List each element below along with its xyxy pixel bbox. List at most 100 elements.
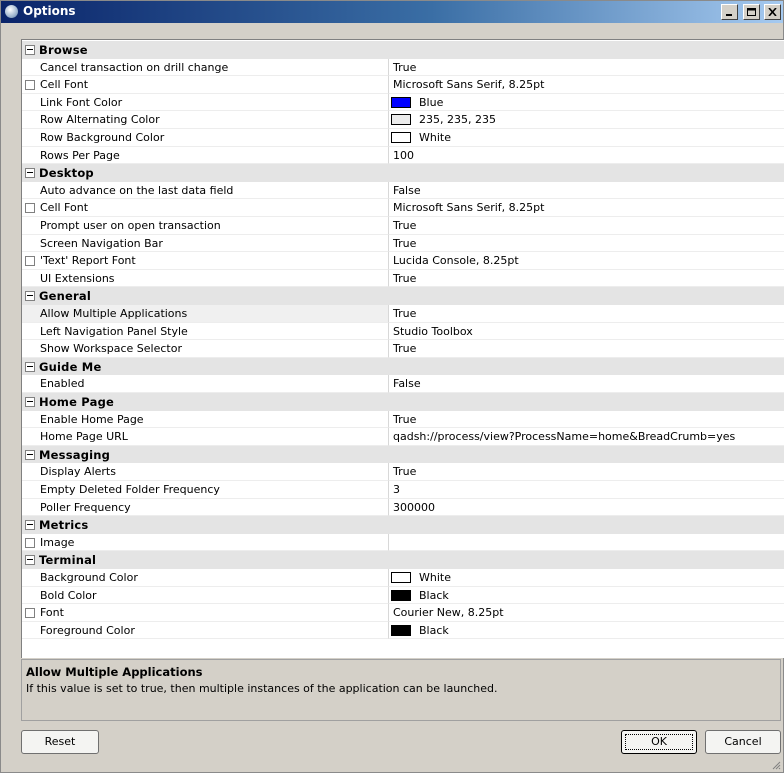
property-value-cell[interactable]: Studio Toolbox	[389, 323, 784, 341]
expand-icon[interactable]	[25, 608, 35, 619]
property-value-cell[interactable]: True	[389, 235, 784, 253]
property-value-cell[interactable]: Courier New, 8.25pt	[389, 604, 784, 622]
property-row[interactable]: Image	[22, 533, 784, 552]
expand-icon[interactable]	[25, 80, 35, 91]
category-row[interactable]: Browse	[22, 41, 784, 59]
property-name-cell[interactable]: Row Background Color	[22, 129, 389, 147]
property-name-cell[interactable]: Font	[22, 604, 389, 622]
property-row[interactable]: Allow Multiple Applications True	[22, 305, 784, 323]
property-row[interactable]: Empty Deleted Folder Frequency 3	[22, 481, 784, 499]
property-name-cell[interactable]: Cancel transaction on drill change	[22, 58, 389, 77]
property-name-cell[interactable]: Left Navigation Panel Style	[22, 322, 389, 341]
property-row[interactable]: Row Background Color White	[22, 129, 784, 147]
property-name-cell[interactable]: Allow Multiple Applications	[22, 305, 389, 323]
property-name-cell[interactable]: Auto advance on the last data field	[22, 181, 389, 200]
property-row[interactable]: Auto advance on the last data field False	[22, 181, 784, 200]
property-name-cell[interactable]: Screen Navigation Bar	[22, 234, 389, 253]
property-name-cell[interactable]: Row Alternating Color	[22, 111, 389, 129]
collapse-icon[interactable]	[25, 361, 35, 372]
property-value-cell[interactable]: True	[389, 270, 784, 288]
property-name-cell[interactable]: Cell Font	[22, 199, 389, 217]
collapse-icon[interactable]	[25, 555, 35, 566]
property-name-cell[interactable]: Rows Per Page	[22, 146, 389, 165]
property-row[interactable]: Prompt user on open transaction True	[22, 217, 784, 235]
property-name-cell[interactable]: Cell Font	[22, 76, 389, 94]
property-row[interactable]: Bold Color Black	[22, 586, 784, 605]
resize-grip-icon[interactable]	[771, 760, 781, 770]
property-name-cell[interactable]: 'Text' Report Font	[22, 252, 389, 270]
property-row[interactable]: Left Navigation Panel Style Studio Toolbo…	[22, 322, 784, 341]
property-value-cell[interactable]: Microsoft Sans Serif, 8.25pt	[389, 199, 784, 217]
property-row[interactable]: Show Workspace Selector True	[22, 340, 784, 358]
property-row[interactable]: Row Alternating Color 235, 235, 235	[22, 111, 784, 129]
property-row[interactable]: Enable Home Page True	[22, 410, 784, 429]
collapse-icon[interactable]	[25, 45, 35, 55]
category-row[interactable]: Home Page	[22, 393, 784, 411]
property-value-cell[interactable]: True	[389, 305, 784, 323]
property-value-cell[interactable]: True	[389, 411, 784, 429]
collapse-icon[interactable]	[25, 397, 35, 407]
expand-icon[interactable]	[25, 203, 35, 214]
property-name-cell[interactable]: Bold Color	[22, 586, 389, 605]
property-row[interactable]: Font Courier New, 8.25pt	[22, 604, 784, 622]
property-value-cell[interactable]: 235, 235, 235	[389, 111, 784, 129]
property-value-cell[interactable]: Blue	[389, 94, 784, 112]
expand-icon[interactable]	[25, 537, 35, 548]
minimize-button[interactable]	[721, 4, 738, 20]
property-row[interactable]: Cell Font Microsoft Sans Serif, 8.25pt	[22, 199, 784, 217]
property-value-cell[interactable]: White	[389, 569, 784, 587]
category-row[interactable]: Terminal	[22, 551, 784, 569]
maximize-button[interactable]	[742, 4, 760, 20]
property-name-cell[interactable]: Home Page URL	[22, 428, 389, 446]
property-row[interactable]: Poller Frequency 300000	[22, 498, 784, 517]
property-name-cell[interactable]: Prompt user on open transaction	[22, 217, 389, 235]
property-name-cell[interactable]: Background Color	[22, 569, 389, 587]
property-value-cell[interactable]: Lucida Console, 8.25pt	[389, 252, 784, 270]
expand-icon[interactable]	[25, 256, 35, 267]
property-name-cell[interactable]: Foreground Color	[22, 621, 389, 640]
property-value-cell[interactable]: True	[389, 59, 784, 77]
property-name-cell[interactable]: UI Extensions	[22, 269, 389, 288]
property-value-cell[interactable]: Microsoft Sans Serif, 8.25pt	[389, 76, 784, 94]
category-row[interactable]: Metrics	[22, 516, 784, 534]
property-row[interactable]: UI Extensions True	[22, 269, 784, 288]
property-value-cell[interactable]: 100	[389, 147, 784, 165]
property-value-cell[interactable]: True	[389, 463, 784, 481]
property-row[interactable]: Rows Per Page 100	[22, 146, 784, 165]
category-row[interactable]: Desktop	[22, 164, 784, 182]
property-name-cell[interactable]: Empty Deleted Folder Frequency	[22, 481, 389, 499]
category-row[interactable]: Guide Me	[22, 357, 784, 376]
close-button[interactable]	[764, 4, 781, 20]
property-row[interactable]: Home Page URL qadsh://process/view?Proces…	[22, 428, 784, 446]
property-row[interactable]: 'Text' Report Font Lucida Console, 8.25pt	[22, 252, 784, 270]
property-grid[interactable]: Browse Cancel transaction on drill change…	[21, 39, 784, 658]
category-row[interactable]: Messaging	[22, 445, 784, 464]
property-row[interactable]: Enabled False	[22, 375, 784, 393]
property-name-cell[interactable]: Poller Frequency	[22, 498, 389, 517]
property-value-cell[interactable]: Black	[389, 587, 784, 605]
property-value-cell[interactable]: True	[389, 217, 784, 235]
property-value-cell[interactable]	[389, 534, 784, 552]
category-row[interactable]: General	[22, 287, 784, 305]
cancel-button[interactable]: Cancel	[705, 730, 781, 754]
property-name-cell[interactable]: Show Workspace Selector	[22, 340, 389, 358]
property-value-cell[interactable]: False	[389, 182, 784, 200]
property-row[interactable]: Link Font Color Blue	[22, 93, 784, 112]
title-bar[interactable]: Options	[1, 1, 783, 23]
property-name-cell[interactable]: Enabled	[22, 375, 389, 393]
collapse-icon[interactable]	[25, 168, 35, 179]
property-row[interactable]: Background Color White	[22, 569, 784, 587]
property-name-cell[interactable]: Link Font Color	[22, 93, 389, 112]
property-value-cell[interactable]: 3	[389, 481, 784, 499]
ok-button[interactable]: OK	[621, 730, 697, 754]
property-value-cell[interactable]: qadsh://process/view?ProcessName=home&Br…	[389, 428, 784, 446]
property-row[interactable]: Cell Font Microsoft Sans Serif, 8.25pt	[22, 76, 784, 94]
collapse-icon[interactable]	[25, 520, 35, 531]
collapse-icon[interactable]	[25, 291, 35, 302]
property-name-cell[interactable]: Display Alerts	[22, 463, 389, 481]
property-value-cell[interactable]: Black	[389, 622, 784, 640]
property-row[interactable]: Screen Navigation Bar True	[22, 234, 784, 253]
property-row[interactable]: Foreground Color Black	[22, 621, 784, 640]
collapse-icon[interactable]	[25, 449, 35, 460]
property-value-cell[interactable]: White	[389, 129, 784, 147]
